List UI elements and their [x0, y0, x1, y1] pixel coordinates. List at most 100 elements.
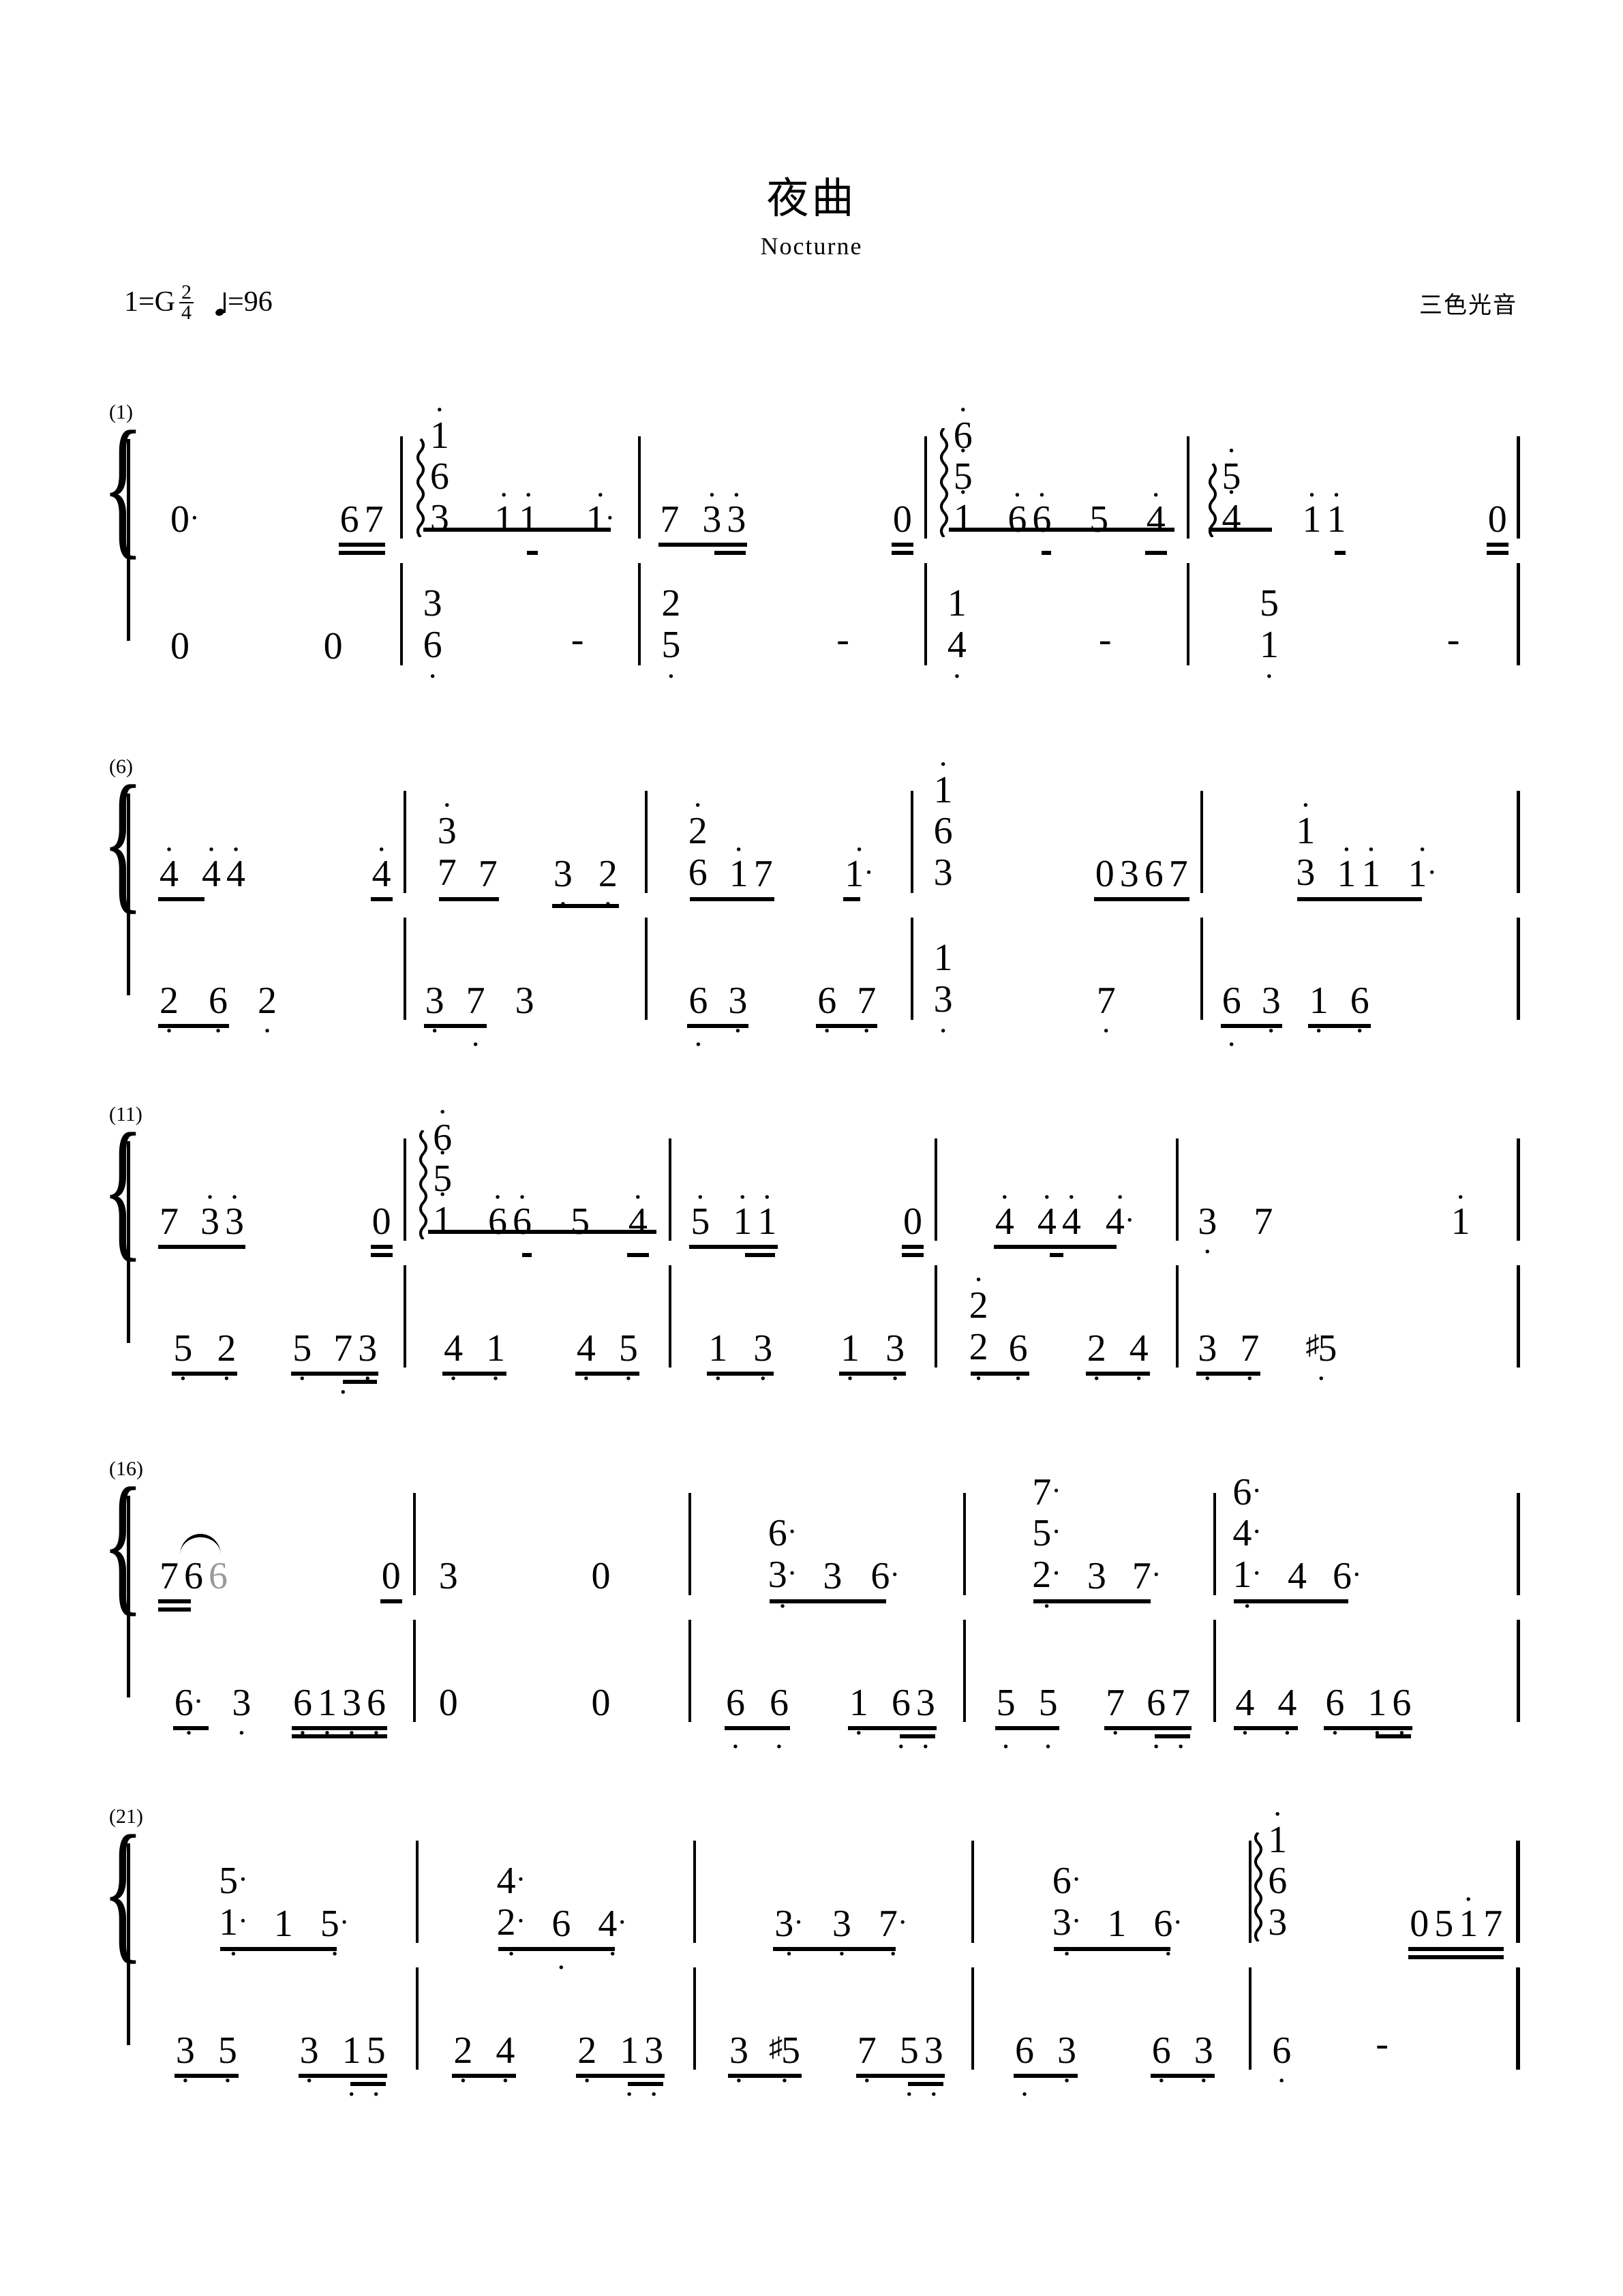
page-title: 夜曲: [766, 173, 857, 223]
beam-line: [158, 1599, 191, 1603]
note-group: 4 ·: [369, 834, 394, 901]
measure-4-bass: 4 · 1 -: [927, 563, 1189, 692]
measure-6-bass: 2 · 6 · 2 ·: [140, 918, 406, 1046]
beam-line: [172, 1726, 209, 1730]
beam-line: [843, 897, 860, 901]
note-grayed: 6: [209, 1555, 228, 1597]
note: 5·: [691, 1179, 710, 1243]
note-group: 6 7: [337, 498, 386, 555]
note: 5 · ·: [320, 1903, 350, 1971]
chord-stack: 3 6 1 ·: [1268, 1798, 1288, 1944]
measure-24-bass: 6 · 3 · 6 · 3 ·: [974, 1967, 1252, 2111]
beam-line: [527, 551, 539, 555]
tempo-marking: =96: [215, 286, 273, 318]
end-barline: [1516, 1265, 1520, 1368]
measure-1-bass: 0 0: [140, 563, 403, 665]
note: 0: [323, 625, 343, 667]
note: 7: [1168, 853, 1188, 895]
note: 3·: [727, 477, 746, 541]
beam-line: [769, 1599, 887, 1603]
note-group: 1 · 6 · 3 ·: [847, 1684, 938, 1762]
arpeggio-icon: [415, 435, 425, 537]
note: 1 ·: [342, 2029, 361, 2111]
note: 4·: [1277, 1682, 1297, 1750]
system-2-treble-row: 4 · 4 · 4 · 4 · 7 3 · 7 3 2 6 2 · 1 · 7 …: [102, 748, 1520, 920]
measure-18-treble: 3 · · 6· 3 6·: [691, 1493, 967, 1622]
note-group: 5: [1087, 500, 1111, 539]
note: 0: [438, 1682, 458, 1724]
beam-line: [498, 1947, 615, 1951]
system-4-treble-row: 7 6 6 0 3 0 3 · · 6· 3 6· 2 · · 5· 7· 3 …: [102, 1471, 1520, 1622]
note: 1 · ·: [586, 477, 616, 541]
note: 3·: [232, 1682, 252, 1750]
note: 3·: [425, 980, 444, 1048]
chord-stack: 3 · · 6·: [768, 1513, 798, 1622]
note: 4·: [1061, 1179, 1081, 1243]
chord-stack: 4 · 1: [947, 582, 967, 692]
chord-with-arpeggio: 1 · 5 · 6 ·: [939, 393, 973, 539]
beam-line: [1208, 528, 1273, 532]
note: 0: [1095, 853, 1114, 895]
note-group: 7 · 6 · 7 ·: [1103, 1682, 1193, 1764]
note: 5·: [899, 2029, 919, 2111]
measure-13-bass: 1 · 3 · 1 · 3 ·: [671, 1265, 938, 1395]
note-group: 3 · 1 · 5 ·: [297, 2029, 389, 2111]
measure-8-bass: 6 · 3 · 6 · 7 ·: [648, 918, 913, 1060]
beam-line: [626, 1253, 649, 1257]
beam-line: [970, 1372, 1029, 1376]
note: 7: [364, 498, 384, 541]
note: 6·: [769, 1682, 789, 1764]
note: 7·: [1240, 1327, 1260, 1395]
note: 0: [903, 1200, 923, 1243]
beam-line: [689, 1245, 778, 1249]
measure-21-bass: 3 · 5 · 3 · 1 · 5 ·: [140, 1967, 419, 2111]
note: 4·: [444, 1327, 464, 1395]
note: 7·: [1132, 1555, 1162, 1597]
note: 4·: [202, 832, 221, 895]
chord-with-arpeggio: 4 · 5 ·: [1208, 435, 1241, 539]
end-barline: [1516, 918, 1520, 1020]
note-group: 3· 2·: [551, 855, 620, 920]
note: 3·: [644, 2029, 664, 2111]
sharp-accidental-icon: ♯: [768, 2031, 783, 2062]
note: 3·: [885, 1327, 905, 1395]
beam-line: [343, 1380, 378, 1384]
note-group: 4 · 4 · 4 · 4 · ·: [992, 1179, 1138, 1257]
note: 1 ·: [519, 477, 539, 541]
measure-4-treble: 1 · 5 · 6 · 6 · 6 · 5 4 ·: [927, 393, 1189, 555]
beam-line: [855, 2074, 945, 2078]
note-group: 0: [900, 1200, 925, 1257]
beam-line: [1324, 1726, 1413, 1730]
note: 3·: [1261, 980, 1281, 1048]
measure-20-bass: 4 · 4 · 6 · 1 · 6 ·: [1216, 1620, 1516, 1750]
quarter-note-icon: [215, 292, 226, 316]
end-barline: [1516, 563, 1520, 665]
note: 3: [1268, 1901, 1288, 1944]
note: 6: [1268, 1860, 1288, 1903]
note: 6·: [1232, 1470, 1262, 1513]
system-2-bass-row: 2 · 6 · 2 · 3 · 7 · 3 6 · 3 · 6 · 7 · 3 …: [102, 918, 1520, 1060]
beam-line: [1104, 1726, 1192, 1730]
beam-line: [1408, 1947, 1504, 1951]
beam-line: [839, 1372, 907, 1376]
note: 1 · ·: [219, 1901, 248, 1971]
beam-line: [707, 1372, 774, 1376]
note: 1 ·: [1259, 623, 1279, 693]
measure-21-treble: 1 · · 5· 1 5 · ·: [140, 1841, 419, 1971]
note-group: 3 · · 6· 1 6 · ·: [1052, 1860, 1185, 1969]
note-group: 7 3 · 3 ·: [157, 1181, 247, 1249]
note: 1 ·: [494, 477, 514, 541]
note: 6·: [1015, 2029, 1035, 2111]
note: 3·: [342, 1682, 361, 1750]
measure-8-treble: 6 2 · 1 · 7 1 · ·: [648, 789, 913, 901]
measure-18-bass: 6 · 6 · 1 · 6 · 3 ·: [691, 1620, 967, 1764]
note-group: 2 · 6 ·: [157, 982, 230, 1046]
note: 1: [947, 582, 967, 625]
chord-stack: 3 1 ·: [1296, 789, 1315, 893]
measure-15-bass: 3 · 7 · ♯5 ·: [1179, 1265, 1516, 1395]
note: 7: [478, 853, 498, 895]
chord-stack: 1 · · 4· 6·: [1232, 1470, 1262, 1621]
note: 5: [1089, 498, 1109, 541]
note: 6·: [1147, 1682, 1166, 1764]
hold-dash: -: [836, 618, 849, 661]
